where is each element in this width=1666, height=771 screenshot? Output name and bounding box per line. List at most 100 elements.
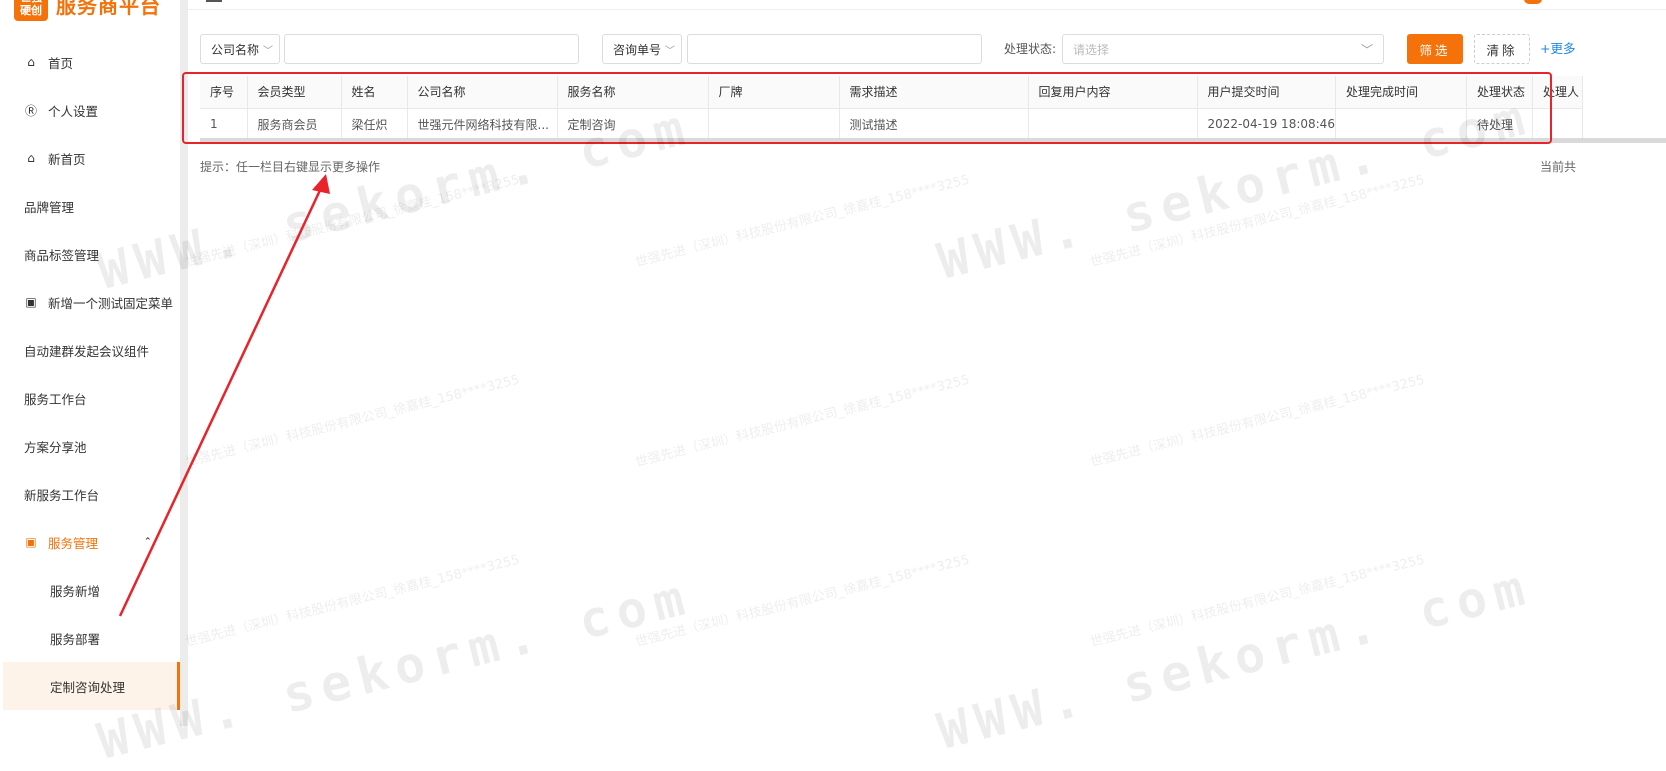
table-cell: 2022-04-19 18:08:46 — [1197, 108, 1336, 141]
column-header[interactable]: 处理状态 — [1466, 76, 1533, 109]
table-cell: 1 — [200, 108, 248, 141]
column-header[interactable]: 会员类型 — [247, 76, 342, 109]
sidebar-item-0[interactable]: ⌂ 首页 — [0, 38, 180, 86]
sidebar-item-3[interactable]: 品牌管理 — [0, 182, 180, 230]
table-cell — [1028, 108, 1198, 141]
annotation-arrow-head — [312, 174, 330, 194]
sidebar-item-label: 新服务工作台 — [24, 487, 100, 503]
top-header — [188, 0, 1666, 10]
table-cell — [708, 108, 840, 141]
logo-text: 服务商平台 — [56, 0, 161, 18]
logo: 世强 硬创 服务商平台 — [14, 0, 161, 22]
company-field-select-label: 公司名称 — [211, 42, 260, 57]
chevron-up-icon: ⌃ — [143, 536, 152, 548]
column-header[interactable]: 处理人 — [1532, 76, 1583, 109]
sidebar-item-9[interactable]: 新服务工作台 — [0, 470, 180, 518]
status-select-placeholder: 请选择 — [1073, 42, 1110, 57]
sidebar-item-label: 新增一个测试固定菜单 — [48, 295, 174, 311]
chevron-down-icon: ﹀ — [665, 45, 676, 57]
table-header-row: 序号 会员类型 姓名 公司名称 服务名称 厂牌 需求描述 回复用户内容 用户提交时间 处理完成时间… — [200, 76, 1583, 109]
table-cell: 测试描述 — [839, 108, 1029, 141]
company-name-input[interactable] — [284, 34, 579, 64]
table-cell — [1532, 108, 1583, 141]
more-filters-link[interactable]: +更多 — [1540, 34, 1575, 64]
chevron-down-icon: ﹀ — [1360, 42, 1373, 57]
table-cell: 世强元件网络科技有限... — [407, 108, 558, 141]
sidebar-item-6[interactable]: 自动建群发起会议组件 — [0, 326, 180, 374]
sidebar-item-2[interactable]: ⌂ 新首页 — [0, 134, 180, 182]
watermark: 世强先进（深圳）科技股份有限公司_徐嘉桂_158****3255 — [633, 372, 972, 471]
sidebar-item-13[interactable]: 定制咨询处理 — [3, 662, 180, 710]
notification-badge[interactable] — [1524, 0, 1542, 4]
page-info: 当前共 — [1540, 160, 1577, 174]
menu-toggle-icon[interactable] — [206, 0, 222, 2]
table-cell: 待处理 — [1466, 108, 1533, 141]
sidebar-item-8[interactable]: 方案分享池 — [0, 422, 180, 470]
consult-table: 序号 会员类型 姓名 公司名称 服务名称 厂牌 需求描述 回复用户内容 用户提交时间 处理完成时间… — [200, 76, 1583, 141]
chevron-down-icon: ﹀ — [263, 45, 274, 57]
status-label: 处理状态: — [1004, 42, 1057, 56]
column-header[interactable]: 用户提交时间 — [1197, 76, 1336, 109]
sidebar-item-label: 品牌管理 — [24, 199, 75, 215]
horizontal-scrollbar[interactable] — [200, 138, 1666, 143]
filter-button[interactable]: 筛选 — [1407, 34, 1463, 64]
order-field-select[interactable]: 咨询单号 ﹀ — [602, 34, 682, 64]
sidebar-divider — [180, 0, 188, 726]
column-header[interactable]: 回复用户内容 — [1028, 76, 1198, 109]
home-icon: ⌂ — [27, 55, 35, 69]
sidebar-item-label: 个人设置 — [48, 103, 99, 119]
sidebar-item-label: 定制咨询处理 — [50, 679, 126, 695]
sidebar-item-5[interactable]: ▣ 新增一个测试固定菜单 — [0, 278, 180, 326]
consult-table-wrapper: 序号 会员类型 姓名 公司名称 服务名称 厂牌 需求描述 回复用户内容 用户提交时间 处理完成时间… — [188, 74, 1666, 144]
sidebar-item-label: 方案分享池 — [24, 439, 87, 455]
sidebar-item-label: 服务新增 — [50, 583, 101, 599]
column-header[interactable]: 需求描述 — [839, 76, 1029, 109]
sidebar-item-label: 首页 — [48, 55, 74, 71]
hint-text: 提示：任一栏目右键显示更多操作 — [200, 160, 381, 174]
user-icon: Ⓡ — [24, 103, 37, 118]
column-header[interactable]: 服务名称 — [557, 76, 709, 109]
watermark: 世强先进（深圳）科技股份有限公司_徐嘉桂_158****3255 — [633, 552, 972, 651]
column-header[interactable]: 序号 — [200, 76, 248, 109]
sidebar-item-label: 自动建群发起会议组件 — [24, 343, 150, 359]
status-select[interactable]: 请选择 ﹀ — [1062, 34, 1384, 64]
column-header[interactable]: 姓名 — [341, 76, 408, 109]
menu-icon: ▣ — [25, 535, 37, 549]
logo-mark: 世强 硬创 — [14, 0, 48, 21]
sidebar-item-1[interactable]: Ⓡ 个人设置 — [0, 86, 180, 134]
sidebar-item-7[interactable]: 服务工作台 — [0, 374, 180, 422]
sidebar-item-label: 新首页 — [48, 151, 86, 167]
table-cell: 梁任炽 — [341, 108, 408, 141]
sidebar-item-label: 商品标签管理 — [24, 247, 100, 263]
watermark: WWW. sekorm. com — [932, 557, 1538, 761]
watermark: 世强先进（深圳）科技股份有限公司_徐嘉桂_158****3255 — [183, 552, 522, 651]
sidebar: 世强 硬创 服务商平台 ⌂ 首页 Ⓡ 个人设置 ⌂ 新首页品牌管理商品标签管理 ▣ 新增一个测… — [0, 0, 180, 726]
column-header[interactable]: 厂牌 — [708, 76, 840, 109]
home-icon: ⌂ — [27, 151, 35, 165]
menu-icon: ▣ — [25, 295, 37, 309]
table-cell: 定制咨询 — [557, 108, 709, 141]
order-number-input[interactable] — [687, 34, 982, 64]
sidebar-item-label: 服务部署 — [50, 631, 101, 647]
table-row[interactable]: 1 服务商会员 梁任炽 世强元件网络科技有限... 定制咨询 测试描述 2022-04-19… — [200, 108, 1583, 141]
filter-bar: 公司名称 ﹀ 咨询单号 ﹀ 处理状态: 请选择 ﹀ 筛选 清除 +更多 — [200, 34, 1666, 64]
column-header[interactable]: 处理完成时间 — [1335, 76, 1467, 109]
table-cell — [1335, 108, 1467, 141]
sidebar-menu: ⌂ 首页 Ⓡ 个人设置 ⌂ 新首页品牌管理商品标签管理 ▣ 新增一个测试固定菜单自动建群发起会… — [0, 38, 180, 710]
table-cell: 服务商会员 — [247, 108, 342, 141]
watermark: 世强先进（深圳）科技股份有限公司_徐嘉桂_158****3255 — [1088, 172, 1427, 271]
column-header[interactable]: 公司名称 — [407, 76, 558, 109]
sidebar-item-4[interactable]: 商品标签管理 — [0, 230, 180, 278]
watermark: 世强先进（深圳）科技股份有限公司_徐嘉桂_158****3255 — [633, 172, 972, 271]
logo-mark-bottom: 硬创 — [20, 4, 42, 17]
sidebar-item-11[interactable]: 服务新增 — [0, 566, 180, 614]
sidebar-item-label: 服务管理 — [48, 535, 99, 551]
watermark: 世强先进（深圳）科技股份有限公司_徐嘉桂_158****3255 — [183, 372, 522, 471]
sidebar-item-12[interactable]: 服务部署 — [0, 614, 180, 662]
watermark: 世强先进（深圳）科技股份有限公司_徐嘉桂_158****3255 — [1088, 552, 1427, 651]
company-field-select[interactable]: 公司名称 ﹀ — [200, 34, 280, 64]
sidebar-item-label: 服务工作台 — [24, 391, 87, 407]
sidebar-item-10[interactable]: ▣ 服务管理 ⌃ — [0, 518, 180, 566]
watermark: 世强先进（深圳）科技股份有限公司_徐嘉桂_158****3255 — [183, 172, 522, 271]
clear-button[interactable]: 清除 — [1474, 34, 1530, 64]
